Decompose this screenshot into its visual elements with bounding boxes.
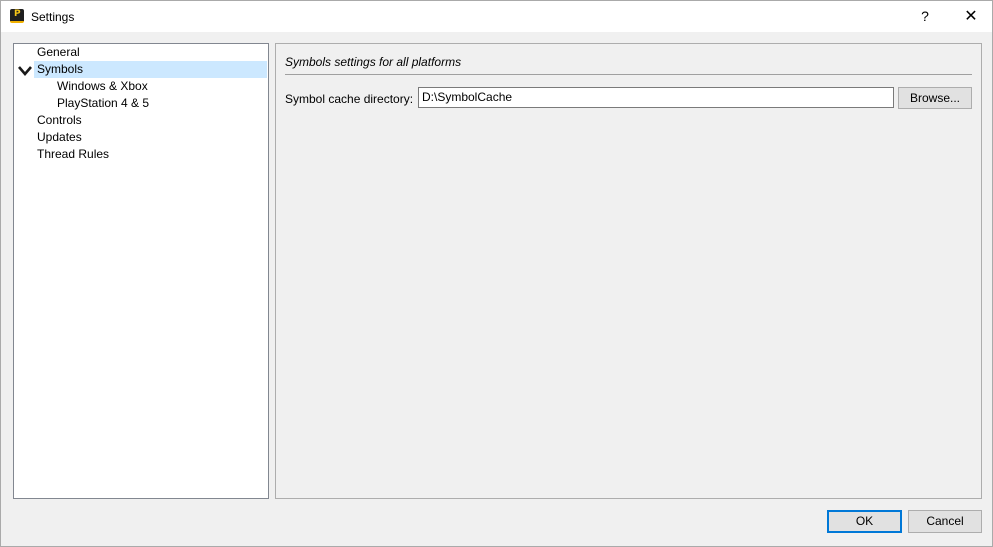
tree-item-label: Thread Rules [37, 147, 110, 161]
chevron-down-icon[interactable] [18, 65, 32, 77]
settings-content-panel: Symbols settings for all platforms Symbo… [275, 43, 982, 499]
ok-button[interactable]: OK [827, 510, 902, 533]
app-icon-letter: P [14, 9, 21, 19]
window-title: Settings [31, 10, 75, 24]
title-bar[interactable]: P Settings ? ✕ [1, 1, 992, 32]
help-button[interactable]: ? [907, 1, 943, 32]
tree-item-updates[interactable]: Updates [37, 129, 267, 146]
browse-button[interactable]: Browse... [898, 87, 972, 109]
section-title: Symbols settings for all platforms [285, 55, 462, 69]
section-divider [285, 74, 972, 75]
symbol-cache-directory-input[interactable]: D:\SymbolCache [418, 87, 894, 108]
tree-item-label: General [37, 45, 80, 59]
tree-item-label: Updates [37, 130, 82, 144]
tree-item-label: Symbols [37, 62, 84, 76]
tree-item-playstation[interactable]: PlayStation 4 & 5 [57, 95, 267, 112]
tree-item-general[interactable]: General [37, 44, 267, 61]
app-icon: P [10, 9, 24, 23]
tree-item-label: Controls [37, 113, 82, 127]
close-button[interactable]: ✕ [951, 1, 991, 32]
symbol-cache-label: Symbol cache directory: [285, 92, 414, 106]
cancel-button[interactable]: Cancel [908, 510, 982, 533]
tree-item-windows-xbox[interactable]: Windows & Xbox [57, 78, 267, 95]
settings-dialog: P Settings ? ✕ General Symbols Windows &… [0, 0, 993, 547]
tree-item-thread-rules[interactable]: Thread Rules [37, 146, 267, 163]
tree-item-label: PlayStation 4 & 5 [57, 96, 150, 110]
tree-item-symbols[interactable]: Symbols [34, 61, 267, 78]
tree-item-controls[interactable]: Controls [37, 112, 267, 129]
tree-item-label: Windows & Xbox [57, 79, 148, 93]
settings-tree[interactable]: General Symbols Windows & Xbox PlayStati… [13, 43, 269, 499]
